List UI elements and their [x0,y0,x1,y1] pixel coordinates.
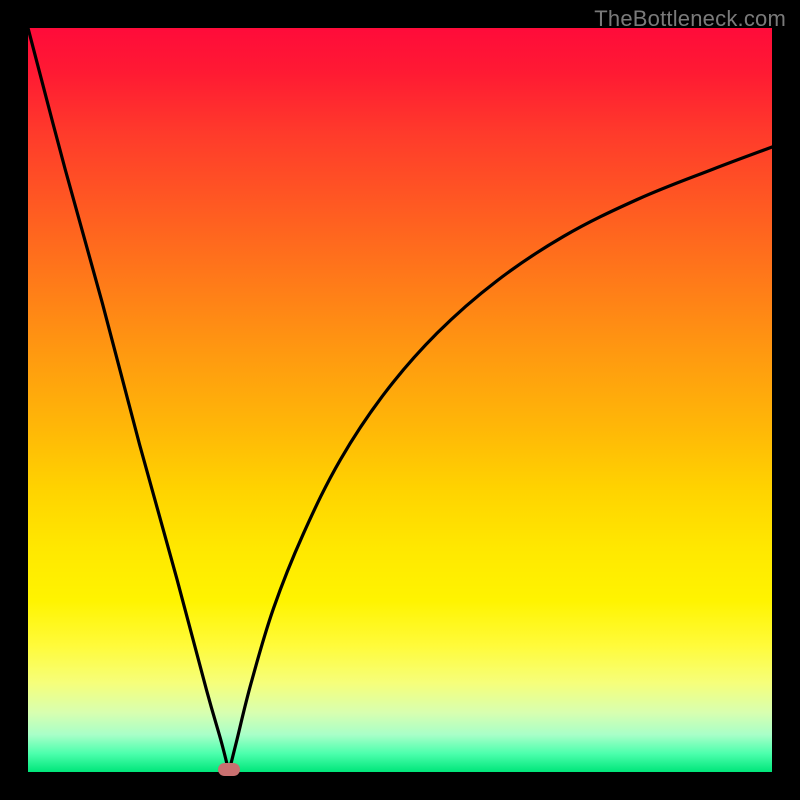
chart-frame: TheBottleneck.com [0,0,800,800]
curve-left-branch [28,28,229,772]
minimum-marker [218,763,240,776]
chart-plot-area [28,28,772,772]
watermark-text: TheBottleneck.com [594,6,786,32]
curve-right-branch [229,147,772,772]
bottleneck-curve [28,28,772,772]
